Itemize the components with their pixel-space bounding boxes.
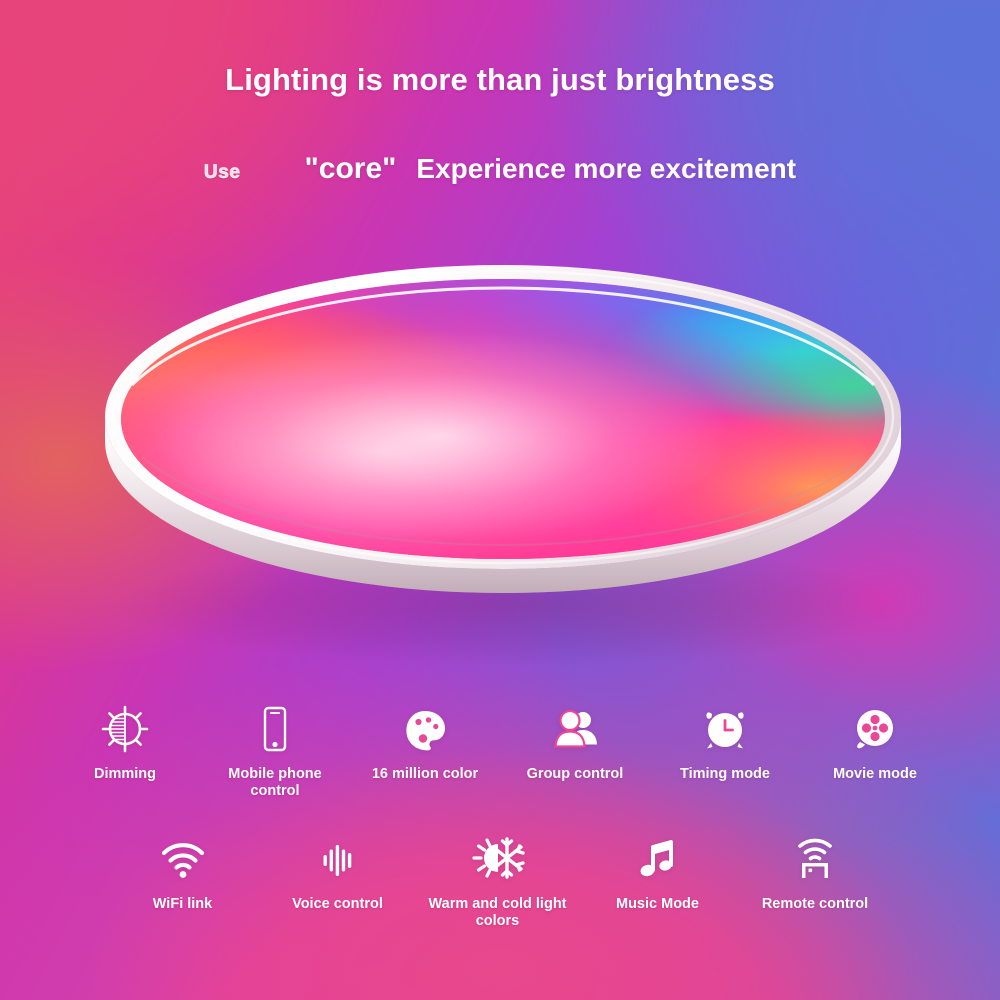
feature-wifi-link[interactable]: WiFi link <box>105 828 260 913</box>
voice-waveform-icon <box>260 828 415 890</box>
lamp-diffuser <box>121 279 885 559</box>
subheadline-rest: Experience more excitement <box>416 153 797 184</box>
dimming-icon <box>50 698 200 760</box>
sun-snowflake-icon <box>415 828 580 890</box>
headline-primary: Lighting is more than just brightness <box>225 62 775 97</box>
feature-group-control[interactable]: Group control <box>500 698 650 783</box>
feature-movie-mode[interactable]: Movie mode <box>800 698 950 783</box>
feature-row-1: Dimming Mobile phone control 16 million … <box>0 698 1000 801</box>
feature-dimming[interactable]: Dimming <box>50 698 200 783</box>
lamp-illustration <box>105 265 912 667</box>
mobile-phone-icon <box>200 698 350 760</box>
feature-voice-control[interactable]: Voice control <box>260 828 415 913</box>
group-people-icon <box>500 698 650 760</box>
feature-music-mode[interactable]: Music Mode <box>580 828 735 913</box>
feature-16-million-color[interactable]: 16 million color <box>350 698 500 783</box>
feature-timing-mode[interactable]: Timing mode <box>650 698 800 783</box>
product-ceiling-lamp <box>72 245 934 667</box>
remote-router-icon <box>735 828 895 890</box>
feature-label: Timing mode <box>680 766 770 782</box>
feature-label: Dimming <box>93 766 157 782</box>
headline-container: Lighting is more than just brightness <box>0 62 1000 98</box>
alarm-clock-icon <box>650 698 800 760</box>
feature-row-2: WiFi link Voice control Warm and cold li… <box>0 828 1000 931</box>
subheadline-use-word: Use <box>203 162 241 184</box>
feature-label: Remote control <box>761 896 869 912</box>
feature-label: Group control <box>526 766 624 782</box>
feature-remote-control[interactable]: Remote control <box>735 828 895 913</box>
color-palette-icon <box>350 698 500 760</box>
subheadline-container: Use "core" Experience more excitement <box>0 152 1000 186</box>
wifi-icon <box>105 828 260 890</box>
feature-label: Movie mode <box>833 766 917 782</box>
subheadline-quoted-word: "core" <box>304 152 397 185</box>
music-note-icon <box>580 828 735 890</box>
film-reel-icon <box>800 698 950 760</box>
feature-label: Warm and cold light colors <box>428 896 567 930</box>
feature-label: Voice control <box>292 896 383 912</box>
feature-warm-cold-light-colors[interactable]: Warm and cold light colors <box>415 828 580 931</box>
feature-mobile-phone-control[interactable]: Mobile phone control <box>200 698 350 801</box>
feature-label: Mobile phone control <box>228 766 322 800</box>
feature-label: WiFi link <box>152 896 213 912</box>
feature-label: 16 million color <box>371 766 479 782</box>
feature-label: Music Mode <box>616 896 699 912</box>
